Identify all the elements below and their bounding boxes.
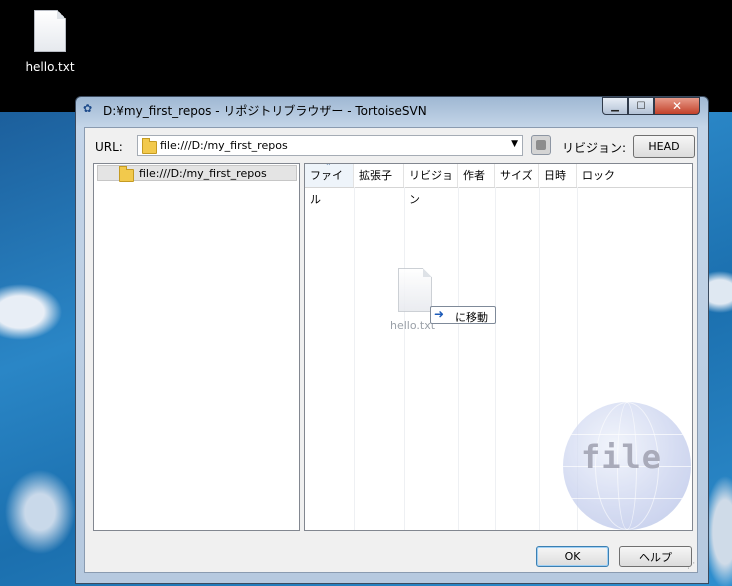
column-header-revision[interactable]: リビジョン xyxy=(404,164,458,206)
resize-grip-icon[interactable]: ⋰ xyxy=(687,561,695,570)
file-list[interactable]: ⌃ ファイル 拡張子 リビジョン 作者 サイズ 日時 ロック file hell… xyxy=(304,163,693,531)
close-icon: ✕ xyxy=(671,99,683,113)
tortoisesvn-icon: ✿ xyxy=(83,102,93,115)
close-button[interactable]: ✕ xyxy=(654,97,700,115)
head-revision-button[interactable]: HEAD xyxy=(633,135,695,158)
dragged-file-name: hello.txt xyxy=(390,319,436,332)
ok-button[interactable]: OK xyxy=(536,546,609,567)
text-file-icon xyxy=(34,10,66,52)
list-header: ⌃ ファイル 拡張子 リビジョン 作者 サイズ 日時 ロック xyxy=(305,163,692,206)
url-combobox[interactable]: file:///D:/my_first_repos ▼ xyxy=(137,135,523,156)
column-label: リビジョン xyxy=(409,169,453,206)
column-divider xyxy=(354,187,355,530)
revision-label: リビジョン: xyxy=(562,141,627,155)
desktop-file-hello[interactable]: hello.txt xyxy=(20,8,80,74)
folder-icon xyxy=(142,138,157,154)
window-title: D:¥my_first_repos - リポジトリブラウザー - Tortois… xyxy=(103,104,427,118)
column-divider xyxy=(404,187,405,530)
chevron-down-icon[interactable]: ▼ xyxy=(511,139,518,149)
column-label: 日時 xyxy=(544,169,566,182)
maximize-button[interactable]: ☐ xyxy=(628,97,654,115)
column-header-extension[interactable]: 拡張子 xyxy=(354,164,404,187)
column-divider xyxy=(458,187,459,530)
column-label: ロック xyxy=(582,169,615,182)
drop-move-tooltip: ➜ に移動 xyxy=(430,306,496,324)
column-divider xyxy=(495,187,496,530)
repo-browser-window: ✿ D:¥my_first_repos - リポジトリブラウザー - Torto… xyxy=(75,96,709,584)
column-label: 作者 xyxy=(463,169,485,182)
repository-tree[interactable]: file:///D:/my_first_repos xyxy=(93,163,300,531)
help-button[interactable]: ヘルプ xyxy=(619,546,692,567)
watermark-text: file xyxy=(581,438,663,476)
url-value: file:///D:/my_first_repos xyxy=(160,139,288,152)
column-divider xyxy=(539,187,540,530)
title-bar[interactable]: ✿ D:¥my_first_repos - リポジトリブラウザー - Torto… xyxy=(76,97,708,123)
tree-item-label: file:///D:/my_first_repos xyxy=(139,167,267,180)
column-header-lock[interactable]: ロック xyxy=(577,164,621,187)
minimize-icon: ▁ xyxy=(611,100,619,112)
column-header-author[interactable]: 作者 xyxy=(458,164,495,187)
maximize-icon: ☐ xyxy=(636,100,646,112)
desktop-file-label: hello.txt xyxy=(25,60,75,74)
arrow-right-icon: ➜ xyxy=(434,307,445,321)
column-header-date[interactable]: 日時 xyxy=(539,164,577,187)
column-header-file[interactable]: ⌃ ファイル xyxy=(305,163,354,206)
revision-picker-button[interactable] xyxy=(531,135,551,155)
url-label: URL: xyxy=(95,140,123,154)
file-globe-watermark: file xyxy=(563,402,691,530)
column-label: サイズ xyxy=(500,169,533,182)
minimize-button[interactable]: ▁ xyxy=(602,97,628,115)
dialog-client-area: URL: file:///D:/my_first_repos ▼ リビジョン: … xyxy=(84,127,698,573)
dragged-file-icon xyxy=(398,268,432,312)
drop-tooltip-text: に移動 xyxy=(455,311,488,324)
column-header-size[interactable]: サイズ xyxy=(495,164,539,187)
tree-item-root[interactable]: file:///D:/my_first_repos xyxy=(97,165,297,182)
folder-icon xyxy=(119,166,134,182)
column-label: 拡張子 xyxy=(359,169,392,182)
sort-ascending-icon: ⌃ xyxy=(325,163,332,171)
caption-buttons: ▁ ☐ ✕ xyxy=(602,97,700,115)
